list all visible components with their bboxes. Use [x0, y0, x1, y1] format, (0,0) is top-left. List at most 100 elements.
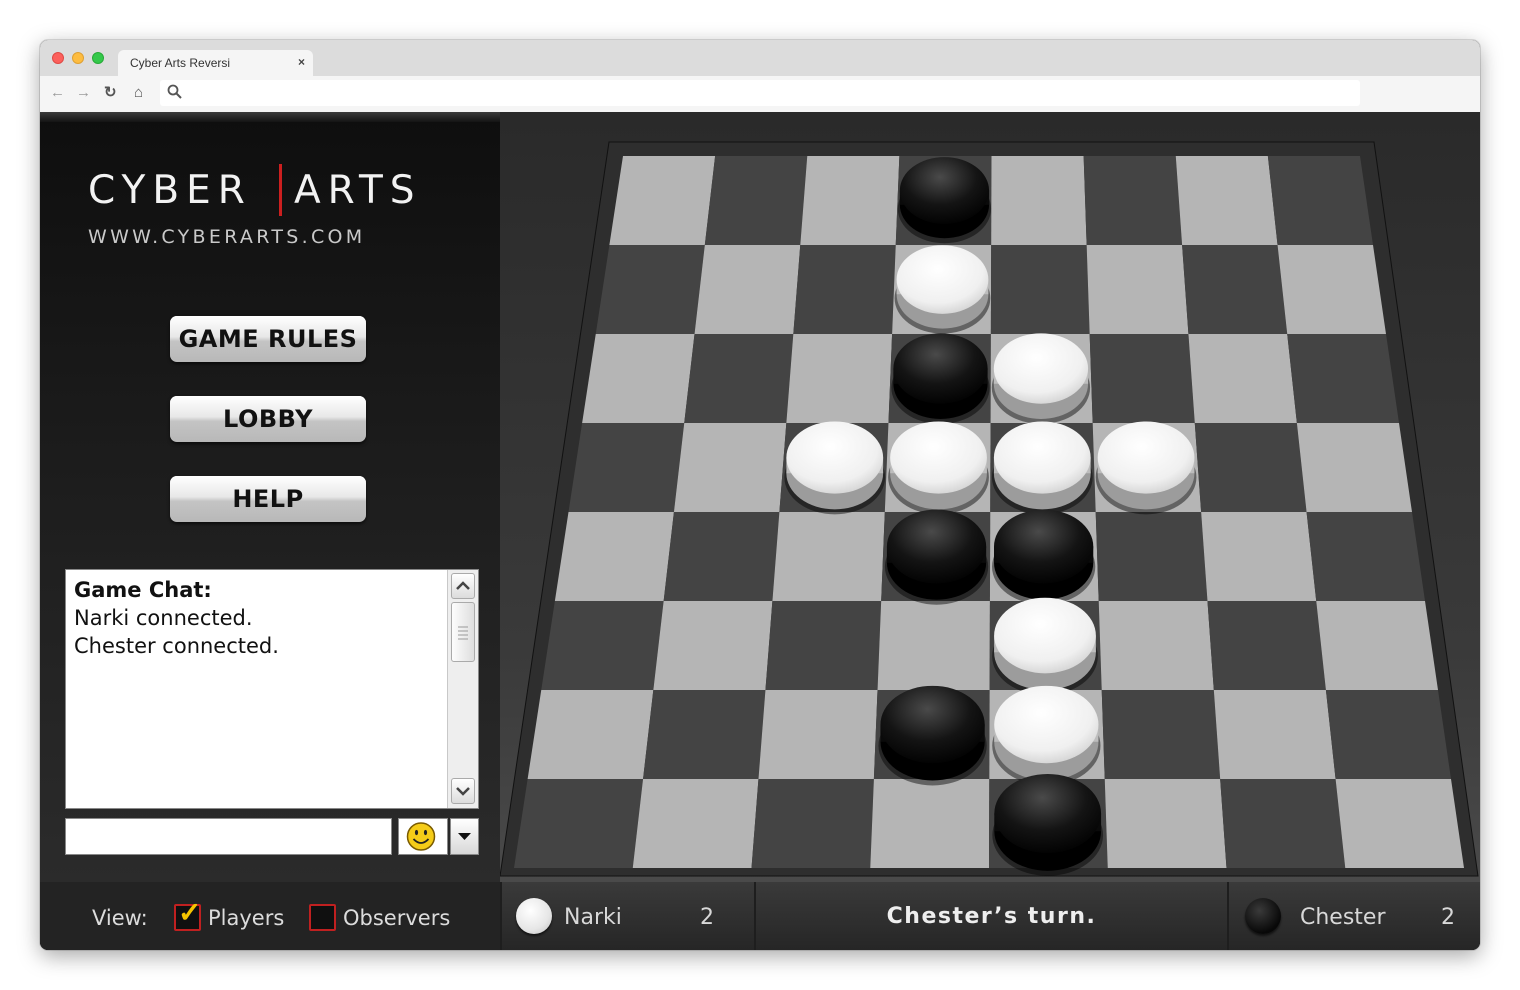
board-square[interactable]	[1083, 156, 1183, 245]
board-square[interactable]	[1104, 779, 1227, 868]
board-square[interactable]	[870, 779, 990, 868]
board-square[interactable]	[990, 245, 1090, 334]
emoji-button[interactable]	[398, 818, 448, 855]
board-square[interactable]	[541, 601, 664, 690]
white-disc	[1095, 421, 1197, 515]
black-player-name: Chester	[1300, 905, 1386, 930]
game-rules-button[interactable]: GAME RULES	[170, 316, 366, 362]
browser-toolbar: ← → ↻ ⌂	[40, 76, 1480, 113]
tab-strip: Cyber Arts Reversi ×	[40, 40, 1480, 76]
board-square[interactable]	[673, 423, 787, 512]
board-square[interactable]	[1098, 601, 1214, 690]
status-bar: View: ✓ Players Observers Narki 2 Cheste…	[40, 882, 1480, 950]
maximize-window-button[interactable]	[92, 52, 104, 64]
board-square[interactable]	[765, 601, 882, 690]
tab-close-icon[interactable]: ×	[298, 55, 305, 69]
board-square[interactable]	[595, 245, 705, 334]
board-square[interactable]	[704, 156, 808, 245]
board-square[interactable]	[793, 245, 896, 334]
board-square[interactable]	[1086, 245, 1189, 334]
board-square[interactable]	[1207, 601, 1326, 690]
board-square[interactable]	[772, 512, 885, 601]
help-button[interactable]: HELP	[170, 476, 366, 522]
close-window-button[interactable]	[52, 52, 64, 64]
board-square[interactable]	[751, 779, 874, 868]
board-square[interactable]	[1316, 601, 1438, 690]
chevron-up-icon	[456, 581, 470, 590]
board-square[interactable]	[632, 779, 759, 868]
turn-panel: Chester’s turn.	[756, 882, 1227, 950]
board-square[interactable]	[684, 334, 794, 423]
board-square[interactable]	[1213, 690, 1336, 779]
address-bar[interactable]	[160, 80, 1360, 106]
board-square[interactable]	[1277, 245, 1386, 334]
board-square[interactable]	[1201, 512, 1317, 601]
board-square[interactable]	[514, 779, 644, 868]
back-arrow-icon[interactable]: ←	[50, 84, 65, 102]
board-square[interactable]	[1188, 334, 1297, 423]
forward-arrow-icon[interactable]: →	[76, 84, 91, 102]
board-square[interactable]	[568, 423, 685, 512]
board-square[interactable]	[1335, 779, 1464, 868]
board-square[interactable]	[1296, 423, 1412, 512]
board-square[interactable]	[786, 334, 893, 423]
chevron-down-icon	[456, 787, 470, 796]
board-square[interactable]	[643, 690, 766, 779]
chat-input[interactable]	[65, 818, 392, 855]
reload-icon[interactable]: ↻	[104, 84, 117, 102]
smiley-icon	[406, 822, 436, 851]
board-square[interactable]	[991, 156, 1087, 245]
board-square[interactable]	[663, 512, 780, 601]
view-filter: View: ✓ Players Observers	[40, 882, 500, 950]
board-square[interactable]	[1325, 690, 1451, 779]
white-disc	[992, 597, 1098, 696]
board-square[interactable]	[582, 334, 695, 423]
board-square[interactable]	[877, 601, 990, 690]
chat-log[interactable]: Game Chat: Narki connected. Chester conn…	[65, 569, 479, 809]
scroll-down-button[interactable]	[451, 778, 475, 804]
board-square[interactable]	[1306, 512, 1425, 601]
board-square[interactable]	[758, 690, 878, 779]
chat-message: Narki connected.	[74, 606, 253, 630]
dropdown-arrow-icon	[458, 833, 471, 840]
observers-label[interactable]: Observers	[343, 906, 450, 930]
lobby-button[interactable]: LOBBY	[170, 396, 366, 442]
board-square[interactable]	[1287, 334, 1399, 423]
chat-scrollbar[interactable]	[447, 570, 478, 808]
board-square[interactable]	[609, 156, 716, 245]
board-square[interactable]	[800, 156, 900, 245]
sidebar-top-edge	[40, 112, 500, 122]
home-icon[interactable]: ⌂	[134, 84, 143, 102]
black-player-panel: Chester 2	[1229, 882, 1480, 950]
board-square[interactable]	[554, 512, 674, 601]
board-square[interactable]	[527, 690, 654, 779]
board-square[interactable]	[1095, 512, 1208, 601]
checkmark-icon: ✓	[178, 897, 202, 928]
board-square[interactable]	[694, 245, 801, 334]
reversi-board[interactable]	[500, 112, 1480, 882]
white-disc	[784, 421, 886, 515]
logo-text-cyber: CYBER	[88, 168, 252, 213]
board-square[interactable]	[1089, 334, 1195, 423]
minimize-window-button[interactable]	[72, 52, 84, 64]
board-area	[500, 112, 1480, 882]
view-label: View:	[92, 906, 148, 930]
emoji-dropdown-button[interactable]	[450, 818, 479, 855]
players-checkbox[interactable]: ✓	[174, 898, 201, 931]
chat-message: Chester connected.	[74, 634, 279, 658]
players-label[interactable]: Players	[208, 906, 284, 930]
sidebar: CYBER ARTS WWW.CYBERARTS.COM GAME RULES …	[40, 112, 500, 882]
board-square[interactable]	[1182, 245, 1288, 334]
board-square[interactable]	[1267, 156, 1373, 245]
chat-title: Game Chat:	[74, 578, 212, 602]
scroll-thumb[interactable]	[451, 602, 475, 662]
logo-text-arts: ARTS	[294, 168, 422, 213]
browser-tab[interactable]: Cyber Arts Reversi ×	[118, 50, 313, 76]
board-square[interactable]	[1194, 423, 1307, 512]
board-square[interactable]	[1220, 779, 1346, 868]
board-square[interactable]	[1175, 156, 1278, 245]
observers-checkbox[interactable]	[309, 904, 336, 931]
scroll-up-button[interactable]	[451, 573, 475, 599]
board-square[interactable]	[1101, 690, 1221, 779]
board-square[interactable]	[653, 601, 773, 690]
